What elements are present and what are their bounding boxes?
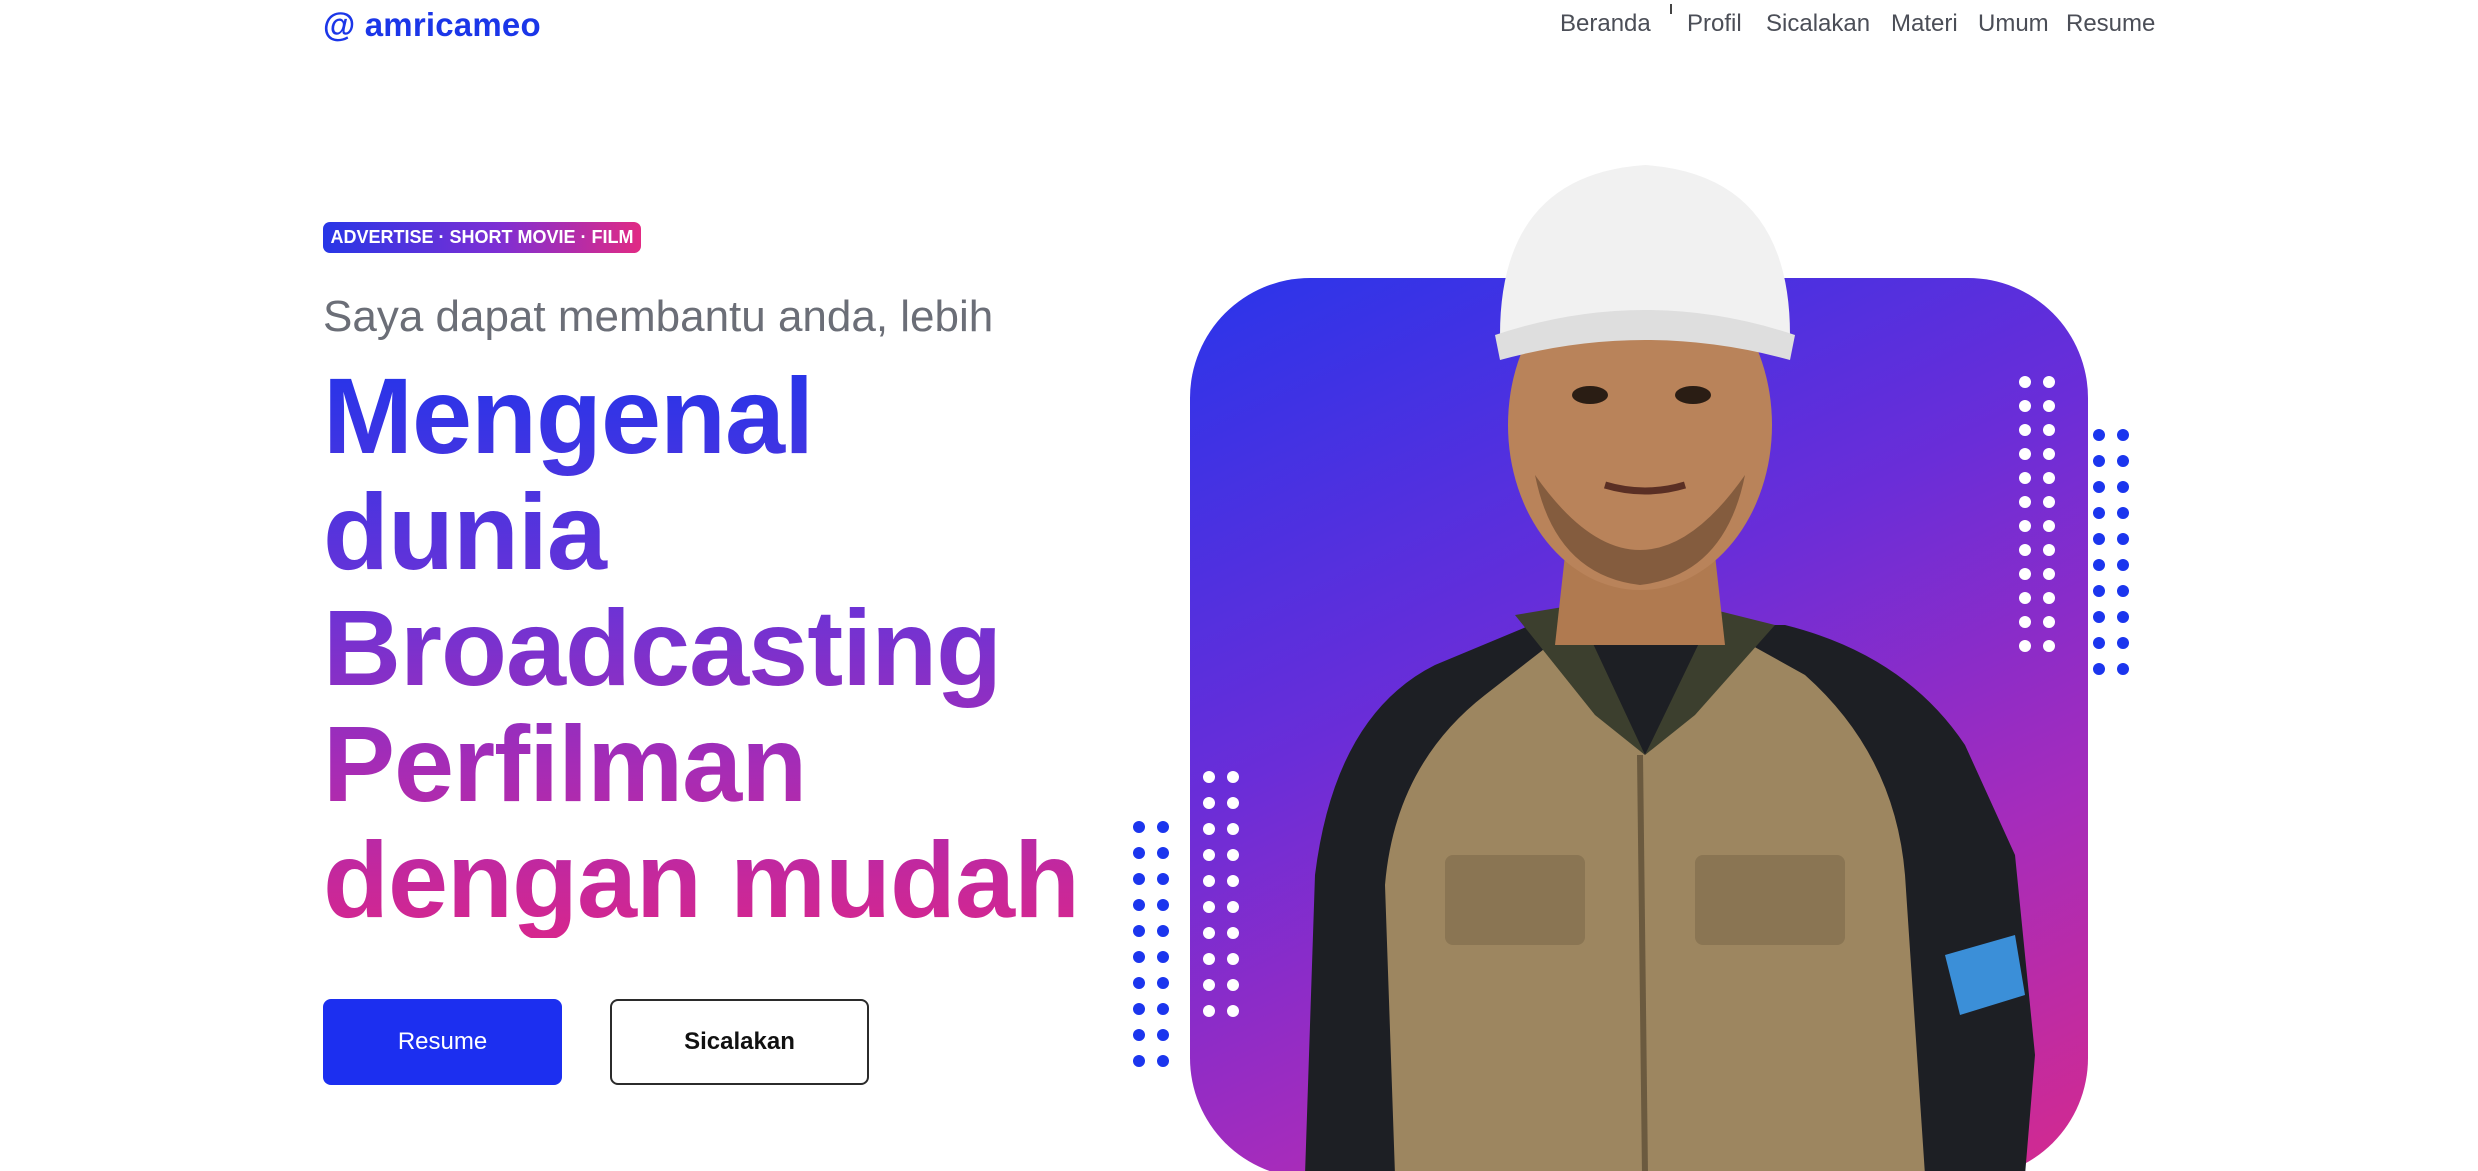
nav-item-umum[interactable]: Umum	[1978, 10, 2049, 38]
decor-dot	[2117, 429, 2129, 441]
dot-pattern-blue-left	[1133, 821, 1169, 1067]
nav-item-materi[interactable]: Materi	[1891, 10, 1958, 38]
decor-dot	[1133, 899, 1145, 911]
decor-dot	[1203, 927, 1215, 939]
nav-item-resume[interactable]: Resume	[2066, 10, 2155, 38]
decor-dot	[1133, 925, 1145, 937]
decor-dot	[1157, 899, 1169, 911]
decor-dot	[2093, 637, 2105, 649]
decor-dot	[1133, 847, 1145, 859]
decor-dot	[2117, 663, 2129, 675]
decor-dot	[1157, 1029, 1169, 1041]
decor-dot	[1157, 1003, 1169, 1015]
decor-dot	[2093, 455, 2105, 467]
decor-dot	[2117, 507, 2129, 519]
decor-dot	[1227, 953, 1239, 965]
decor-dot	[2117, 455, 2129, 467]
resume-button[interactable]: Resume	[323, 999, 562, 1085]
decor-dot	[2093, 585, 2105, 597]
hero-headline: Mengenal dunia Broadcasting Perfilman de…	[323, 358, 1083, 938]
decor-dot	[2093, 481, 2105, 493]
headline-line-3: Broadcasting	[323, 587, 1002, 708]
decor-dot	[2117, 637, 2129, 649]
decor-dot	[1133, 1055, 1145, 1067]
decor-dot	[1157, 1055, 1169, 1067]
sicalakan-button[interactable]: Sicalakan	[610, 999, 869, 1085]
decor-dot	[1227, 1005, 1239, 1017]
site-logo[interactable]: @ amricameo	[323, 6, 541, 44]
decor-dot	[1203, 849, 1215, 861]
nav-item-beranda[interactable]: Beranda	[1560, 10, 1651, 38]
landing-page: @ amricameo Beranda Profil Sicalakan Mat…	[0, 0, 2478, 1171]
decor-dot	[2093, 663, 2105, 675]
decor-dot	[1157, 821, 1169, 833]
decor-dot	[1133, 821, 1145, 833]
headline-line-5: dengan mudah	[323, 819, 1080, 940]
decor-dot	[2117, 611, 2129, 623]
decor-dot	[1133, 977, 1145, 989]
decor-dot	[2093, 533, 2105, 545]
decor-dot	[1203, 901, 1215, 913]
decor-dot	[1227, 771, 1239, 783]
decor-dot	[1157, 873, 1169, 885]
dot-pattern-blue-right	[2093, 429, 2129, 675]
decor-dot	[2093, 611, 2105, 623]
decor-dot	[1133, 1003, 1145, 1015]
decor-dot	[1203, 771, 1215, 783]
decor-dot	[2093, 559, 2105, 571]
decor-dot	[2117, 585, 2129, 597]
decor-dot	[1227, 901, 1239, 913]
hero-subheading: Saya dapat membantu anda, lebih	[323, 292, 994, 341]
decor-dot	[1157, 951, 1169, 963]
decor-dot	[1203, 797, 1215, 809]
decor-dot	[1133, 951, 1145, 963]
decor-dot	[2117, 533, 2129, 545]
decor-dot	[1227, 797, 1239, 809]
decor-dot	[1227, 849, 1239, 861]
nav-item-sicalakan[interactable]: Sicalakan	[1766, 10, 1870, 38]
decor-dot	[1203, 875, 1215, 887]
decor-dot	[1203, 823, 1215, 835]
decor-dot	[1227, 823, 1239, 835]
decor-dot	[2117, 481, 2129, 493]
decor-dot	[1157, 925, 1169, 937]
nav-divider-mark	[1670, 4, 1672, 14]
decor-dot	[1203, 953, 1215, 965]
headline-line-2: dunia	[323, 471, 606, 592]
decor-dot	[1133, 873, 1145, 885]
decor-dot	[1157, 847, 1169, 859]
decor-dot	[2117, 559, 2129, 571]
decor-dot	[1227, 979, 1239, 991]
decor-dot	[1227, 875, 1239, 887]
decor-dot	[2093, 507, 2105, 519]
headline-line-4: Perfilman	[323, 703, 807, 824]
headline-line-1: Mengenal	[323, 355, 814, 476]
decor-dot	[1227, 927, 1239, 939]
decor-dot	[1133, 1029, 1145, 1041]
decor-dot	[1203, 1005, 1215, 1017]
decor-dot	[1157, 977, 1169, 989]
portrait-photo	[1305, 165, 2035, 1171]
decor-dot	[2093, 429, 2105, 441]
nav-item-profil[interactable]: Profil	[1687, 10, 1742, 38]
category-tag: ADVERTISE · SHORT MOVIE · FILM	[323, 222, 641, 253]
decor-dot	[1203, 979, 1215, 991]
